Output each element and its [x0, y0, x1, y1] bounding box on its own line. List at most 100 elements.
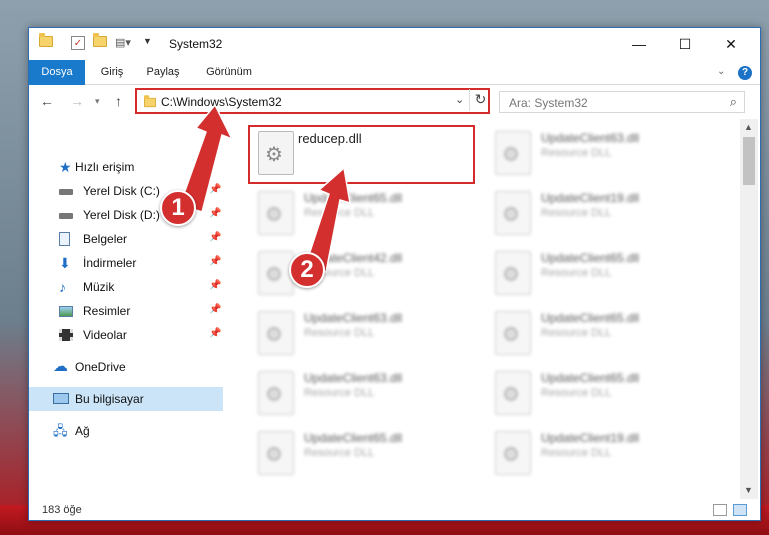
drive-icon	[59, 208, 75, 222]
file-type: Resource DLL	[541, 447, 612, 459]
maximize-button[interactable]: ☐	[662, 28, 708, 60]
sidebar-item-onedrive[interactable]: ☁ OneDrive	[29, 355, 223, 379]
file-type: Resource DLL	[541, 327, 612, 339]
scroll-up-icon[interactable]: ▲	[744, 122, 753, 132]
address-path: C:\Windows\System32	[161, 95, 282, 109]
download-icon: ⬇	[59, 255, 71, 271]
window-title: System32	[169, 37, 223, 51]
file-highlight-box	[248, 125, 475, 184]
file-name: UpdateClient65.dll	[541, 371, 640, 385]
tab-home[interactable]: Giriş	[95, 60, 129, 85]
file-tile[interactable]: UpdateClient65.dll Resource DLL	[489, 303, 715, 359]
ribbon-tabs: Dosya Giriş Paylaş Görünüm ⌄ ?	[29, 60, 760, 85]
file-tile[interactable]: UpdateClient19.dll Resource DLL	[489, 183, 715, 239]
sidebar-item-label: Müzik	[83, 280, 115, 294]
file-tile[interactable]: UpdateClient65.dll Resource DLL	[489, 363, 715, 419]
sidebar-item-label: Belgeler	[83, 232, 128, 246]
pin-icon: 📌	[209, 232, 222, 243]
dll-file-icon	[258, 191, 294, 235]
folder-icon	[39, 33, 53, 47]
file-name: UpdateClient65.dll	[304, 191, 403, 205]
tab-share[interactable]: Paylaş	[143, 60, 183, 85]
quick-access-dropdown-icon[interactable]: ▼	[143, 36, 152, 46]
search-placeholder: Ara: System32	[509, 96, 588, 110]
sidebar-item-pictures[interactable]: Resimler 📌	[29, 299, 223, 323]
file-name: UpdateClient63.dll	[304, 311, 403, 325]
file-type: Resource DLL	[304, 387, 375, 399]
file-type: Resource DLL	[304, 207, 375, 219]
sidebar-item-videos[interactable]: Videolar 📌	[29, 323, 223, 347]
file-tile[interactable]: UpdateClient63.dll Resource DLL	[489, 123, 715, 179]
vertical-scrollbar[interactable]: ▲ ▼	[740, 119, 758, 499]
pin-icon: 📌	[209, 328, 222, 339]
dll-file-icon	[258, 431, 294, 475]
sidebar-item-label: İndirmeler	[83, 256, 137, 270]
sidebar-item-label: Yerel Disk (D:)	[83, 208, 160, 222]
file-type: Resource DLL	[541, 147, 612, 159]
item-count: 183 öğe	[42, 504, 82, 516]
sidebar-item-music[interactable]: ♪ Müzik 📌	[29, 275, 223, 299]
tab-file[interactable]: Dosya	[29, 60, 85, 85]
file-tile[interactable]: UpdateClient65.dll Resource DLL	[489, 243, 715, 299]
expand-ribbon-icon[interactable]: ⌄	[717, 66, 725, 77]
refresh-icon[interactable]: ↻	[469, 89, 491, 111]
customize-toolbar-icon[interactable]: ▤▾	[115, 36, 131, 49]
sidebar-item-label: Hızlı erişim	[75, 160, 135, 174]
sidebar-item-label: Resimler	[83, 304, 131, 318]
sidebar-item-quick-access[interactable]: ★ Hızlı erişim	[29, 155, 223, 179]
drive-icon	[59, 184, 75, 198]
file-type: Resource DLL	[541, 207, 612, 219]
sidebar-item-this-pc[interactable]: Bu bilgisayar	[29, 387, 223, 411]
dll-file-icon	[495, 251, 531, 295]
pin-icon: 📌	[209, 280, 222, 291]
back-arrow-icon[interactable]: ←	[40, 93, 54, 109]
sidebar-item-label: Yerel Disk (C:)	[83, 184, 160, 198]
music-icon: ♪	[59, 279, 66, 295]
sidebar-item-downloads[interactable]: ⬇ İndirmeler 📌	[29, 251, 223, 275]
address-bar[interactable]: C:\Windows\System32 ⌄	[135, 88, 490, 114]
scroll-thumb[interactable]	[743, 137, 755, 185]
help-icon[interactable]: ?	[738, 66, 752, 80]
title-bar: ✓ ▤▾ ▼ System32 — ☐ ✕	[29, 28, 760, 60]
search-input[interactable]: Ara: System32 ⌕	[499, 91, 745, 113]
file-tile[interactable]: UpdateClient65.dll Resource DLL	[252, 183, 478, 239]
forward-arrow-icon[interactable]: →	[70, 93, 84, 109]
status-bar: 183 öğe	[29, 499, 760, 520]
pin-icon: 📌	[209, 184, 222, 195]
sidebar-item-label: Bu bilgisayar	[75, 392, 144, 406]
sidebar-item-label: Videolar	[83, 328, 127, 342]
large-icons-view-icon[interactable]	[733, 504, 747, 516]
pin-icon: 📌	[209, 256, 222, 267]
close-button[interactable]: ✕	[708, 28, 754, 60]
up-arrow-icon[interactable]: ↑	[115, 93, 122, 109]
pin-icon: 📌	[209, 304, 222, 315]
search-icon: ⌕	[729, 94, 737, 109]
file-type: Resource DLL	[541, 267, 612, 279]
file-name: UpdateClient65.dll	[541, 311, 640, 325]
minimize-button[interactable]: —	[616, 28, 662, 60]
properties-icon[interactable]: ✓	[71, 36, 85, 50]
details-view-icon[interactable]	[713, 504, 727, 516]
address-dropdown-icon[interactable]: ⌄	[455, 93, 464, 106]
cloud-icon: ☁	[53, 358, 68, 375]
new-folder-icon[interactable]	[93, 33, 107, 47]
sidebar-item-network[interactable]: 🖧 Ağ	[29, 419, 223, 443]
file-tile[interactable]: UpdateClient65.dll Resource DLL	[252, 423, 478, 479]
file-tile[interactable]: UpdateClient63.dll Resource DLL	[252, 363, 478, 419]
star-icon: ★	[59, 159, 72, 175]
sidebar-item-label: OneDrive	[75, 360, 126, 374]
file-tile[interactable]: UpdateClient42.dll Resource DLL	[252, 243, 478, 299]
file-tile[interactable]: UpdateClient19.dll Resource DLL	[489, 423, 715, 479]
file-name: UpdateClient19.dll	[541, 191, 640, 205]
network-icon: 🖧	[53, 423, 68, 438]
file-name: UpdateClient65.dll	[541, 251, 640, 265]
tab-view[interactable]: Görünüm	[201, 60, 257, 85]
sidebar-item-documents[interactable]: Belgeler 📌	[29, 227, 223, 251]
recent-locations-icon[interactable]: ▾	[95, 96, 100, 107]
file-tile[interactable]: UpdateClient63.dll Resource DLL	[252, 303, 478, 359]
folder-icon	[144, 95, 156, 108]
file-type: Resource DLL	[541, 387, 612, 399]
explorer-window: ✓ ▤▾ ▼ System32 — ☐ ✕ Dosya Giriş Paylaş…	[28, 27, 761, 521]
scroll-down-icon[interactable]: ▼	[744, 485, 753, 495]
videos-icon	[59, 328, 75, 342]
